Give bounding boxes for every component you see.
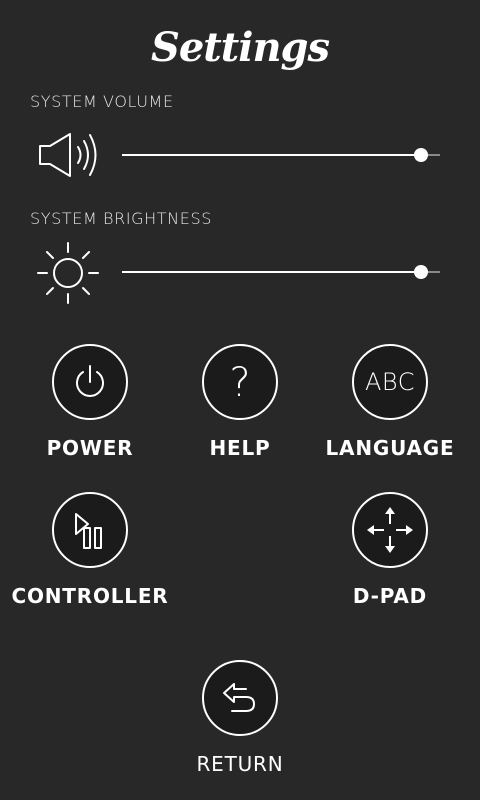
page-title: Settings <box>150 24 330 71</box>
language-label: LANGUAGE <box>325 436 455 460</box>
brightness-slider-fill <box>122 271 421 273</box>
power-icon <box>76 365 104 397</box>
play-pause-icon <box>75 513 102 549</box>
brightness-label: SYSTEM BRIGHTNESS <box>30 209 212 228</box>
question-mark-glyph: ? <box>229 360 250 405</box>
brightness-slider-thumb[interactable] <box>413 265 428 279</box>
return-label: RETURN <box>196 752 284 776</box>
language-button-circle[interactable]: ABC <box>352 344 428 420</box>
volume-slider-fill <box>122 154 421 156</box>
volume-slider[interactable] <box>122 148 440 162</box>
power-button-circle[interactable] <box>52 344 128 420</box>
abc-icon: ABC <box>365 368 415 396</box>
dpad-button[interactable]: D-PAD <box>300 492 480 608</box>
speaker-icon <box>39 133 97 177</box>
volume-slider-thumb[interactable] <box>413 148 428 162</box>
controller-button-circle[interactable] <box>52 492 128 568</box>
dpad-label: D-PAD <box>352 584 428 608</box>
dpad-button-circle[interactable] <box>352 492 428 568</box>
controller-button[interactable]: CONTROLLER <box>0 492 180 608</box>
brightness-slider[interactable] <box>122 265 440 279</box>
four-arrows-icon <box>367 507 413 553</box>
controller-label: CONTROLLER <box>11 584 169 608</box>
return-button-circle[interactable] <box>202 660 278 736</box>
question-mark-icon: ? <box>229 360 250 405</box>
return-arrow-icon <box>223 683 255 712</box>
return-button[interactable]: RETURN <box>150 660 330 776</box>
volume-label: SYSTEM VOLUME <box>30 92 174 111</box>
sun-icon <box>37 242 99 304</box>
help-button-circle[interactable]: ? <box>202 344 278 420</box>
language-button[interactable]: ABC LANGUAGE <box>300 344 480 460</box>
